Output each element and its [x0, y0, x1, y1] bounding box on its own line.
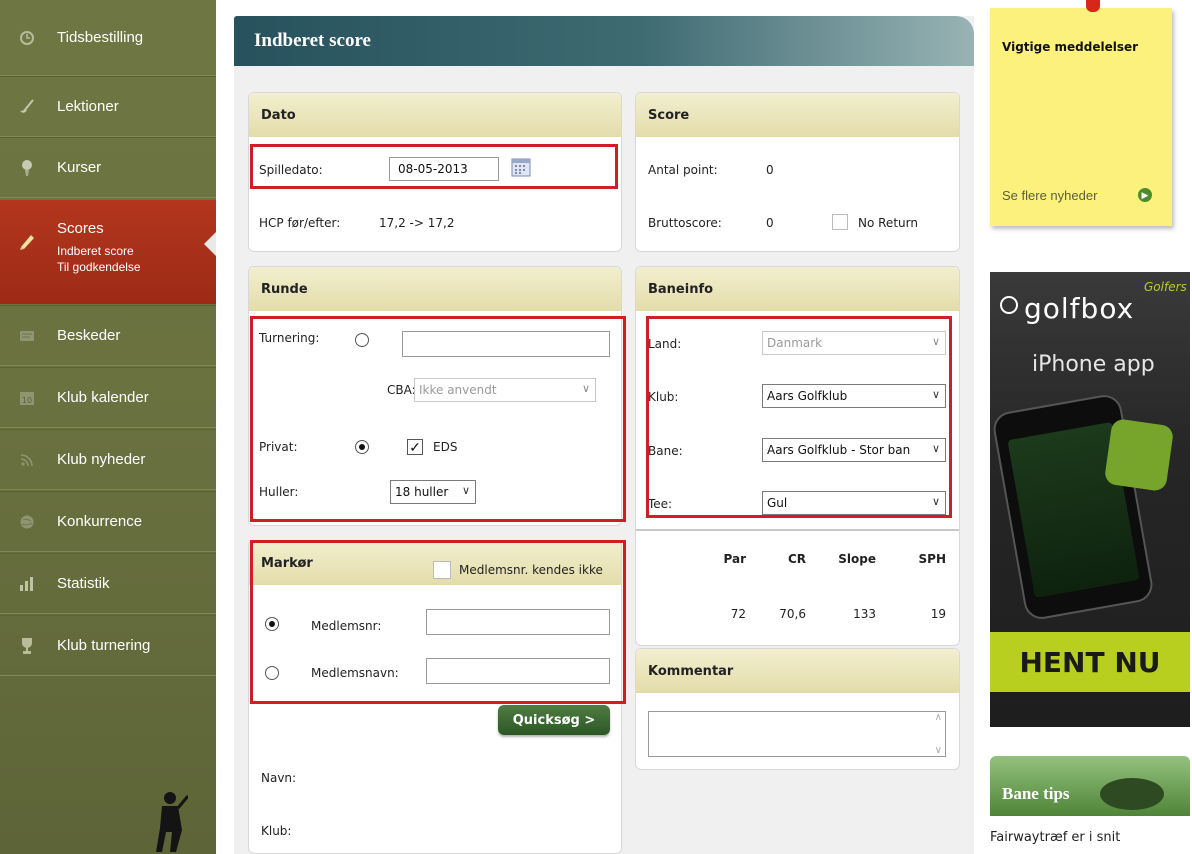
- scroll-up-icon[interactable]: ∧: [935, 712, 942, 723]
- klub-result-label: Klub:: [261, 824, 292, 838]
- calendar-icon: 10: [18, 389, 36, 407]
- sidebar-item-label: Klub turnering: [57, 637, 151, 654]
- sidebar: Tidsbestilling Lektioner Kurser Scores I…: [0, 0, 216, 854]
- hcp-label: HCP før/efter:: [259, 216, 341, 230]
- no-return-checkbox[interactable]: [832, 214, 848, 230]
- stat-value-cr: 70,6: [779, 607, 806, 621]
- rss-icon: [18, 451, 36, 469]
- main-content: Indberet score Dato Spilledato: 08-05-20…: [234, 16, 974, 854]
- banetips-text: Fairwaytræf er i snit: [990, 830, 1121, 845]
- antal-point-value: 0: [766, 163, 774, 177]
- sidebar-item-kurser[interactable]: Kurser: [0, 137, 216, 198]
- sidebar-item-beskeder[interactable]: Beskeder: [0, 305, 216, 366]
- trophy-icon: [18, 637, 36, 655]
- golf-ball-tee-icon: [18, 159, 36, 177]
- antal-point-label: Antal point:: [648, 163, 718, 177]
- stat-value-slope: 133: [853, 607, 876, 621]
- scroll-down-icon[interactable]: ∨: [935, 745, 942, 756]
- quicksearch-button[interactable]: Quicksøg >: [498, 705, 610, 735]
- stat-value-par: 72: [730, 607, 746, 621]
- sidebar-item-lektioner[interactable]: Lektioner: [0, 76, 216, 137]
- course-tips-panel[interactable]: Bane tips: [990, 756, 1190, 816]
- sidebar-item-label: Klub nyheder: [57, 451, 146, 468]
- sidebar-item-label: Kurser: [57, 159, 102, 176]
- download-now-button[interactable]: HENT NU: [990, 632, 1190, 692]
- globe-icon: [18, 513, 36, 531]
- stat-header-cr: CR: [787, 552, 806, 566]
- hcp-value: 17,2 -> 17,2: [379, 216, 455, 230]
- sidebar-item-klub-kalender[interactable]: 10 Klub kalender: [0, 367, 216, 428]
- score-panel-header: Score: [636, 93, 959, 137]
- bruttoscore-value: 0: [766, 216, 774, 230]
- sidebar-item-klub-turnering[interactable]: Klub turnering: [0, 615, 216, 676]
- stat-value-sph: 19: [930, 607, 946, 621]
- highlight-markor: [250, 540, 626, 704]
- stat-header-par: Par: [723, 552, 747, 566]
- sidebar-item-label: Tidsbestilling: [57, 29, 144, 46]
- golf-hole-image: [1100, 778, 1164, 810]
- sidebar-item-label: Statistik: [57, 575, 110, 592]
- highlight-baneinfo: [646, 316, 952, 518]
- sidebar-item-label: Lektioner: [57, 98, 119, 115]
- arrow-right-icon[interactable]: ▶: [1138, 188, 1152, 202]
- dato-panel-header: Dato: [249, 93, 621, 137]
- bar-chart-icon: [18, 575, 36, 593]
- banetips-title: Bane tips: [1002, 784, 1070, 803]
- no-return-label: No Return: [858, 216, 918, 230]
- sidebar-item-label: Klub kalender: [57, 389, 149, 406]
- divider: [636, 529, 959, 531]
- kommentar-textarea[interactable]: ∧ ∨: [648, 711, 946, 757]
- sidebar-subitem-til-godkendelse[interactable]: Til godkendelse: [57, 260, 141, 274]
- highlight-runde: [250, 316, 626, 522]
- runde-panel-header: Runde: [249, 267, 621, 311]
- navn-label: Navn:: [261, 771, 297, 785]
- sidebar-subitem-indberet-score[interactable]: Indberet score: [57, 244, 134, 258]
- sidebar-item-konkurrence[interactable]: Konkurrence: [0, 491, 216, 552]
- sidebar-item-label: Konkurrence: [57, 513, 143, 530]
- sidebar-item-klub-nyheder[interactable]: Klub nyheder: [0, 429, 216, 490]
- kommentar-panel-header: Kommentar: [636, 649, 959, 693]
- sidebar-item-scores[interactable]: Scores Indberet score Til godkendelse: [0, 200, 216, 304]
- page-title: Indberet score: [234, 16, 974, 66]
- sidebar-item-tidsbestilling[interactable]: Tidsbestilling: [0, 0, 216, 76]
- clock-icon: [18, 29, 36, 47]
- sidebar-item-label: Scores: [57, 220, 104, 237]
- ad-brand: golfbox: [1024, 292, 1135, 325]
- ad-brand-tag: Golfers: [1144, 280, 1187, 294]
- golf-ball-app-icon: [1103, 418, 1175, 492]
- golfbox-logo-icon: [1000, 296, 1018, 314]
- more-news-link[interactable]: Se flere nyheder: [1002, 188, 1097, 203]
- sidebar-item-statistik[interactable]: Statistik: [0, 553, 216, 614]
- stat-header-sph: SPH: [918, 552, 946, 566]
- sticky-note-announcements: Vigtige meddelelser Se flere nyheder ▶: [990, 8, 1172, 226]
- golfer-silhouette-image: [156, 792, 188, 852]
- ad-subtitle: iPhone app: [1032, 352, 1155, 377]
- score-panel: Score Antal point: 0 Bruttoscore: 0 No R…: [635, 92, 960, 252]
- stat-header-slope: Slope: [838, 552, 876, 566]
- pushpin-icon: [1086, 0, 1100, 12]
- bruttoscore-label: Bruttoscore:: [648, 216, 722, 230]
- sticky-title: Vigtige meddelelser: [1002, 40, 1139, 54]
- kommentar-panel: Kommentar ∧ ∨: [635, 648, 960, 770]
- golf-club-icon: [18, 98, 36, 116]
- sidebar-item-label: Beskeder: [57, 327, 121, 344]
- active-indicator: [204, 232, 216, 256]
- golfbox-app-ad[interactable]: golfbox Golfers iPhone app HENT NU: [990, 272, 1190, 727]
- message-icon: [18, 327, 36, 345]
- highlight-spilledato: [250, 144, 618, 189]
- pencil-icon: [18, 232, 36, 250]
- svg-text:10: 10: [22, 396, 32, 405]
- baneinfo-panel-header: Baneinfo: [636, 267, 959, 311]
